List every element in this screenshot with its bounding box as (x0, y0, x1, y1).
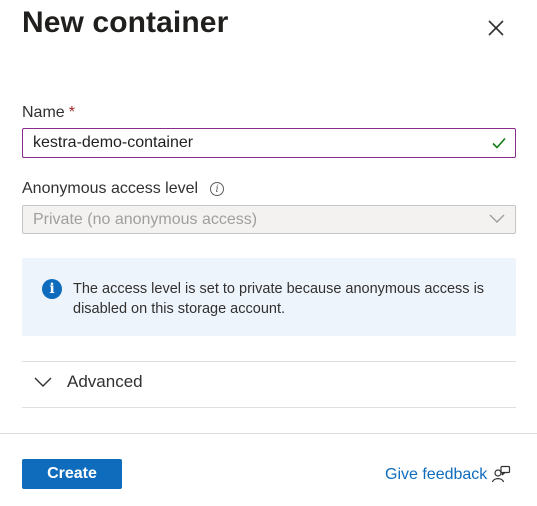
name-label-text: Name (22, 104, 65, 121)
chevron-down-icon (34, 377, 52, 387)
info-icon[interactable]: i (210, 182, 225, 196)
chevron-down-icon (489, 214, 505, 223)
give-feedback-link[interactable]: Give feedback (385, 465, 511, 485)
create-button[interactable]: Create (22, 459, 122, 489)
give-feedback-label: Give feedback (385, 466, 488, 483)
name-input-value: kestra-demo-container (33, 134, 194, 151)
name-input[interactable]: kestra-demo-container (22, 128, 516, 158)
advanced-section-toggle[interactable]: Advanced (34, 372, 143, 392)
info-message-box: i The access level is set to private bec… (22, 258, 516, 336)
checkmark-icon (492, 137, 506, 149)
access-level-selected: Private (no anonymous access) (33, 210, 258, 228)
info-message-text: The access level is set to private becau… (73, 281, 485, 317)
access-level-label-text: Anonymous access level (22, 180, 199, 197)
access-level-label: Anonymous access level i (22, 180, 225, 198)
footer-divider (0, 433, 537, 434)
new-container-panel: New container Name * kestra-demo-containe… (0, 0, 537, 506)
divider (22, 361, 516, 362)
info-icon: i (42, 279, 62, 299)
divider (22, 407, 516, 408)
feedback-icon (492, 465, 511, 483)
close-button[interactable] (482, 14, 510, 42)
close-icon (488, 20, 504, 36)
advanced-label: Advanced (67, 372, 143, 391)
name-label: Name * (22, 104, 75, 122)
page-title: New container (22, 6, 229, 39)
required-marker: * (68, 104, 75, 121)
access-level-select[interactable]: Private (no anonymous access) (22, 205, 516, 234)
